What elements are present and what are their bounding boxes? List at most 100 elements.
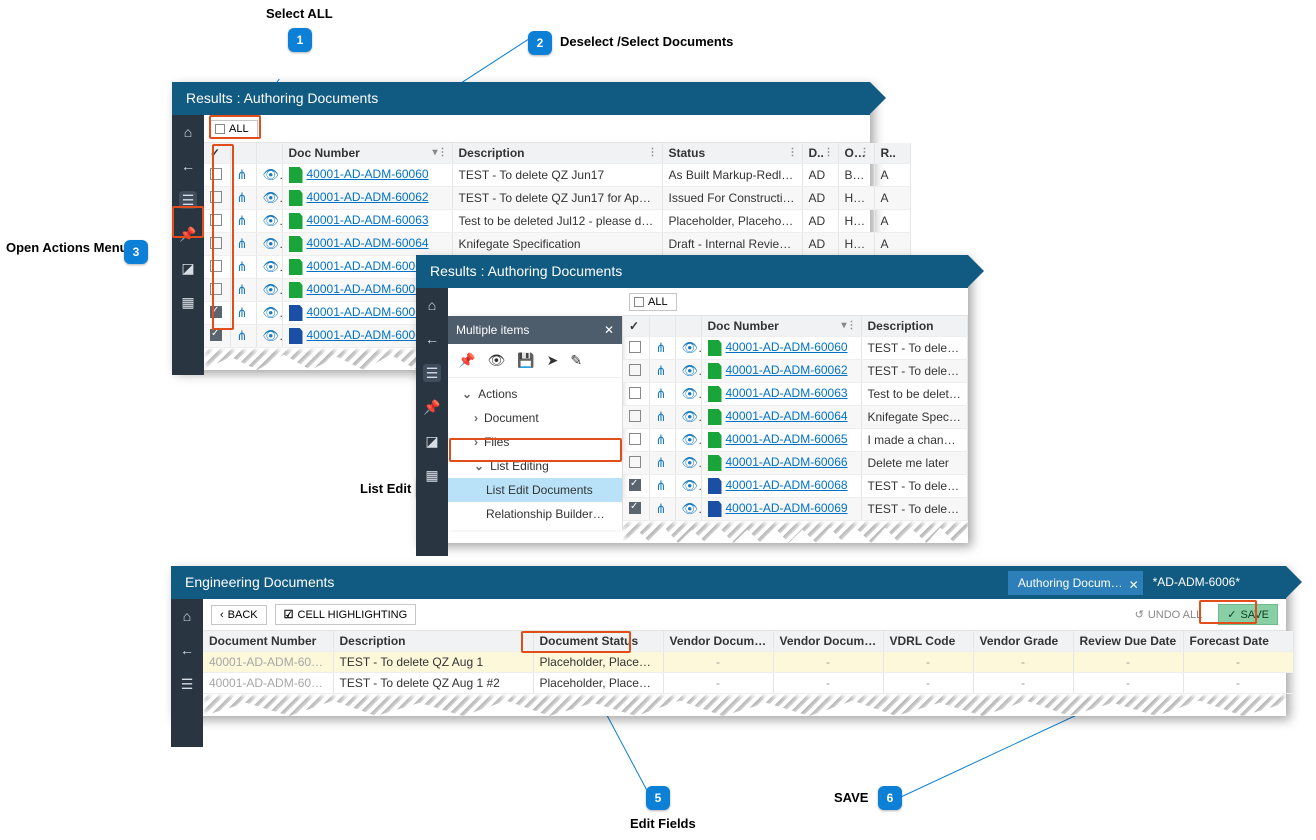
tray-icon[interactable]: ◪ <box>179 259 197 277</box>
col-r[interactable]: R.. <box>874 143 910 164</box>
close-icon[interactable]: ✕ <box>604 316 614 344</box>
col-status[interactable]: Status⋮ <box>662 143 802 164</box>
doc-link[interactable]: 40001-AD-ADM-60063 <box>307 213 429 227</box>
select-all-button[interactable]: ALL <box>210 120 258 138</box>
nav-icon[interactable]: ⋔ <box>649 383 675 406</box>
row-checkbox[interactable] <box>623 498 649 521</box>
back-icon[interactable]: ← <box>423 330 441 348</box>
nav-icon[interactable]: ⋔ <box>230 325 256 348</box>
col-review[interactable]: Review Due Date <box>1073 631 1183 652</box>
cell-empty[interactable]: - <box>663 673 773 694</box>
row-checkbox[interactable] <box>204 279 230 302</box>
table-row[interactable]: ⋔👁40001-AD-ADM-60060TEST - To delete QZ … <box>204 164 910 187</box>
home-icon[interactable]: ⌂ <box>423 296 441 314</box>
eye-icon[interactable]: 👁 <box>256 164 282 187</box>
home-icon[interactable]: ⌂ <box>178 607 196 625</box>
table-row[interactable]: 40001-AD-ADM-60068 TEST - To delete QZ A… <box>203 652 1293 673</box>
col-vdoc2[interactable]: Vendor Documen… <box>773 631 883 652</box>
cell-empty[interactable]: - <box>1183 652 1293 673</box>
nav-icon[interactable]: ⋔ <box>649 452 675 475</box>
cell-empty[interactable]: - <box>773 652 883 673</box>
cell-docnum[interactable]: 40001-AD-ADM-60064 <box>701 406 861 429</box>
cell-docnum[interactable]: 40001-AD-ADM-60063 <box>701 383 861 406</box>
nav-icon[interactable]: ⋔ <box>230 233 256 256</box>
cell-status[interactable]: Placeholder, Placeho… <box>533 673 663 694</box>
table-row[interactable]: ⋔👁40001-AD-ADM-60063Test to be deleted J… <box>204 210 910 233</box>
cell-docnum[interactable]: 40001-AD-ADM-60063 <box>282 210 452 233</box>
row-checkbox[interactable] <box>204 164 230 187</box>
cell-empty[interactable]: - <box>773 673 883 694</box>
menu-list-editing[interactable]: List Editing <box>448 454 622 478</box>
row-checkbox[interactable] <box>204 233 230 256</box>
cell-docnum[interactable]: 40001-AD-ADM-60062 <box>701 360 861 383</box>
edit-icon[interactable]: ✎ <box>570 352 582 369</box>
row-checkbox[interactable] <box>204 325 230 348</box>
doc-link[interactable]: 40001-AD-ADM-60065 <box>726 432 848 446</box>
nav-icon[interactable]: ⋔ <box>649 360 675 383</box>
menu-relationship-builder[interactable]: Relationship Builder… <box>448 502 622 526</box>
col-desc[interactable]: Description⋮ <box>452 143 662 164</box>
eye-icon[interactable]: 👁 <box>256 210 282 233</box>
nav-icon[interactable]: ⋔ <box>649 429 675 452</box>
cell-highlighting-button[interactable]: ☑ CELL HIGHLIGHTING <box>275 604 417 625</box>
menu-list-edit-documents[interactable]: List Edit Documents <box>448 478 622 502</box>
row-checkbox[interactable] <box>623 452 649 475</box>
row-checkbox[interactable] <box>623 429 649 452</box>
close-icon[interactable]: ✕ <box>1129 573 1139 597</box>
col-d[interactable]: D..⋮ <box>802 143 838 164</box>
cell-docnum[interactable]: 40001-AD-ADM-60062 <box>282 187 452 210</box>
col-desc[interactable]: Description <box>861 316 968 337</box>
menu-actions[interactable]: Actions <box>448 382 622 406</box>
row-checkbox[interactable] <box>623 360 649 383</box>
eye-icon[interactable]: 👁 <box>675 337 701 360</box>
doc-link[interactable]: 40001-AD-ADM-60065 <box>307 259 429 273</box>
table-row[interactable]: ⋔👁40001-AD-ADM-60066Delete me later <box>623 452 968 475</box>
table-row[interactable]: ⋔👁40001-AD-ADM-60064Knifegate Specifi… <box>623 406 968 429</box>
table-row[interactable]: ⋔👁40001-AD-ADM-60068TEST - To delete… <box>623 475 968 498</box>
list-icon[interactable]: ☰ <box>423 364 441 382</box>
nav-icon[interactable]: ⋔ <box>230 164 256 187</box>
doc-link[interactable]: 40001-AD-ADM-60064 <box>307 236 429 250</box>
doc-link[interactable]: 40001-AD-ADM-60068 <box>726 478 848 492</box>
menu-document[interactable]: Document <box>448 406 622 430</box>
tray-icon[interactable]: ◪ <box>423 432 441 450</box>
cell-empty[interactable]: - <box>883 652 973 673</box>
cell-docnum[interactable]: 40001-AD-ADM-60068 <box>701 475 861 498</box>
table-row[interactable]: ⋔👁40001-AD-ADM-60064Knifegate Specificat… <box>204 233 910 256</box>
grid-icon[interactable]: ▦ <box>423 466 441 484</box>
eye-icon[interactable]: 👁 <box>675 429 701 452</box>
cell-docnum[interactable]: 40001-AD-ADM-60060 <box>282 164 452 187</box>
menu-files[interactable]: Files <box>448 430 622 454</box>
col-vdoc1[interactable]: Vendor Documen… <box>663 631 773 652</box>
eye-icon[interactable]: 👁 <box>256 325 282 348</box>
save-button[interactable]: ✓ SAVE <box>1218 604 1278 625</box>
nav-icon[interactable]: ⋔ <box>230 256 256 279</box>
eye-icon[interactable]: 👁 <box>675 452 701 475</box>
doc-link[interactable]: 40001-AD-ADM-60069 <box>307 328 429 342</box>
doc-link[interactable]: 40001-AD-ADM-60062 <box>726 363 848 377</box>
nav-icon[interactable]: ⋔ <box>230 302 256 325</box>
cell-empty[interactable]: - <box>1073 673 1183 694</box>
nav-icon[interactable]: ⋔ <box>649 337 675 360</box>
cell-empty[interactable]: - <box>883 673 973 694</box>
cell-empty[interactable]: - <box>973 652 1073 673</box>
row-checkbox[interactable] <box>623 383 649 406</box>
col-org[interactable]: Org.⋮ <box>838 143 874 164</box>
home-icon[interactable]: ⌂ <box>179 123 197 141</box>
cell-status[interactable]: Placeholder, Placeho… <box>533 652 663 673</box>
row-checkbox[interactable] <box>623 337 649 360</box>
row-checkbox[interactable] <box>623 475 649 498</box>
save-icon[interactable]: 💾 <box>517 352 534 369</box>
pin-icon[interactable]: 📌 <box>179 225 197 243</box>
row-checkbox[interactable] <box>204 302 230 325</box>
nav-icon[interactable]: ⋔ <box>230 210 256 233</box>
cell-docnum[interactable]: 40001-AD-ADM-60065 <box>701 429 861 452</box>
row-checkbox[interactable] <box>623 406 649 429</box>
list-icon[interactable]: ☰ <box>179 191 197 209</box>
eye-icon[interactable]: 👁 <box>256 233 282 256</box>
nav-icon[interactable]: ⋔ <box>649 406 675 429</box>
back-icon[interactable]: ← <box>178 641 196 659</box>
filter-icon[interactable]: ▾⋮ <box>432 147 447 158</box>
table-row[interactable]: ⋔👁40001-AD-ADM-60063Test to be deleted… <box>623 383 968 406</box>
doc-link[interactable]: 40001-AD-ADM-60066 <box>307 282 429 296</box>
